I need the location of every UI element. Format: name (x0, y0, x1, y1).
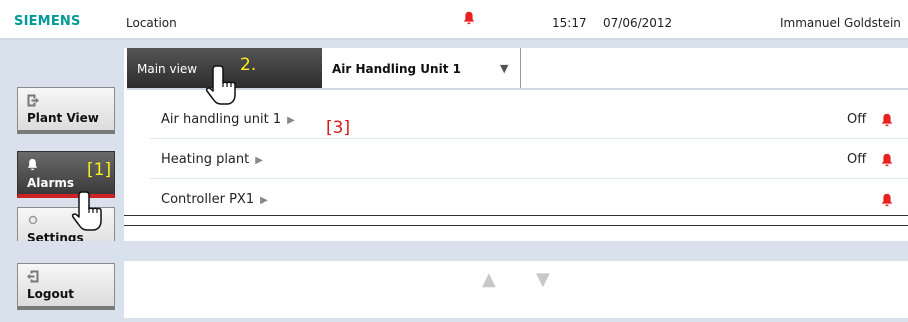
header-strip (124, 40, 908, 48)
list-item-name: Heating plant (161, 152, 250, 167)
settings-icon (27, 214, 39, 229)
list-item[interactable]: Controller PX1 ▶ (150, 180, 908, 219)
logout-icon (27, 270, 39, 286)
scroll-up-icon[interactable]: ▲ (482, 269, 496, 290)
list-item-status: Off (847, 112, 867, 127)
clock-time: 15:17 (552, 16, 587, 30)
list-item[interactable]: Heating plant ▶ Off (150, 140, 908, 179)
chevron-right-icon: ▶ (287, 115, 295, 126)
cut-gap (124, 241, 908, 261)
cut-line (124, 215, 908, 216)
list-item-status: Off (847, 152, 867, 167)
chevron-down-icon[interactable]: ▼ (500, 62, 508, 75)
plant-view-label: Plant View (27, 111, 99, 125)
annotation-step-1: [1] (87, 160, 112, 180)
list-item-name: Controller PX1 (161, 192, 255, 207)
plant-view-icon (27, 94, 39, 110)
list-item-name: Air handling unit 1 (161, 112, 282, 127)
logout-button[interactable]: Logout (17, 263, 115, 310)
annotation-step-3: [3] (326, 118, 351, 138)
alarm-bell-icon[interactable] (881, 112, 893, 131)
pointer-hand-icon (205, 65, 236, 105)
scroll-down-icon[interactable]: ▼ (536, 269, 550, 290)
alarm-bell-icon[interactable] (881, 152, 893, 171)
footer-panel: ▲ ▼ (124, 261, 908, 318)
tab-main-view-label: Main view (137, 62, 198, 76)
tab-divider (127, 88, 908, 90)
list-item[interactable]: Air handling unit 1 ▶ Off (150, 100, 908, 139)
bottom-border (0, 318, 908, 322)
user-name[interactable]: Immanuel Goldstein (780, 16, 901, 30)
bell-icon (27, 158, 38, 174)
plant-view-button[interactable]: Plant View (17, 87, 115, 134)
row-divider (150, 178, 908, 179)
alarm-bell-icon[interactable] (881, 192, 893, 211)
row-divider (150, 138, 908, 139)
logout-label: Logout (27, 287, 75, 301)
alarm-bell-icon[interactable] (463, 10, 475, 29)
chevron-right-icon: ▶ (260, 195, 268, 206)
settings-label: Settings (27, 231, 84, 241)
cut-line (124, 225, 908, 226)
clock-date: 07/06/2012 (603, 16, 673, 30)
pointer-hand-icon (71, 191, 102, 231)
chevron-right-icon: ▶ (255, 155, 263, 166)
tab-unit-label: Air Handling Unit 1 (332, 62, 461, 76)
location-label[interactable]: Location (126, 16, 177, 30)
tab-air-handling-unit[interactable]: Air Handling Unit 1 ▼ (322, 48, 521, 88)
alarms-label: Alarms (27, 176, 75, 190)
siemens-logo: SIEMENS (14, 14, 81, 29)
